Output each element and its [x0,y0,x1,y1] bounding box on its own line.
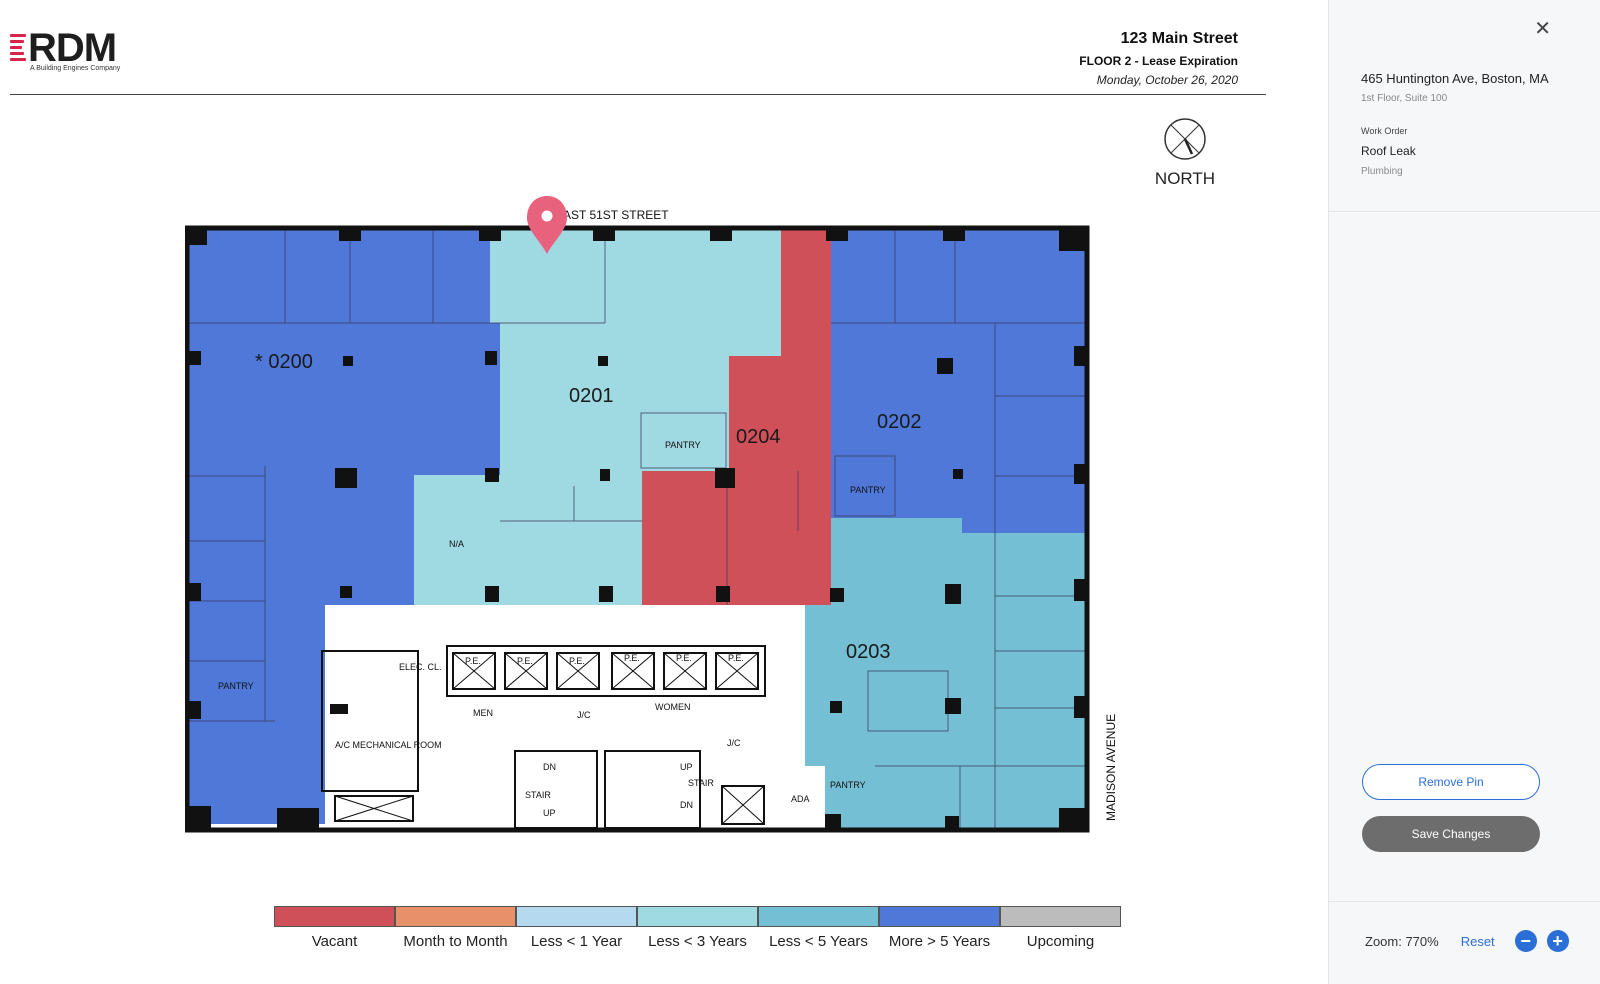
floor-title: FLOOR 2 - Lease Expiration [1079,54,1238,68]
logo-wordmark: RDM [28,26,117,70]
building-address: 123 Main Street [1120,30,1238,47]
pe-label: P.E. [728,653,744,663]
legend-item: More > 5 Years [879,906,1000,950]
pe-label: P.E. [465,656,481,666]
up-label: UP [543,808,556,818]
floor-plan: * 0200 0201 0204 0202 0203 N/A PANTRY PA… [185,196,1118,833]
pin-unit: 1st Floor, Suite 100 [1361,93,1448,104]
legend-item: Less < 3 Years [637,906,758,950]
street-label-north: EAST 51ST STREET [555,208,669,222]
compass-icon [1164,118,1206,160]
room-label-0200: * 0200 [255,351,313,373]
pe-label: P.E. [569,656,585,666]
legend-swatch [758,906,879,927]
legend-item: Upcoming [1000,906,1121,950]
north-compass: NORTH [1145,116,1225,188]
pe-label: P.E. [676,653,692,663]
close-icon[interactable]: ✕ [1534,16,1551,41]
legend-label: Less < 3 Years [648,933,747,950]
legend-swatch [1000,906,1121,927]
legend-item: Less < 5 Years [758,906,879,950]
stair-label: STAIR [688,778,714,788]
pe-label: P.E. [517,656,533,666]
legend-item: Less < 1 Year [516,906,637,950]
room-label-na: N/A [449,539,464,549]
legend-swatch [395,906,516,927]
room-label-0201: 0201 [569,385,614,407]
work-order-title: Roof Leak [1361,144,1416,158]
rdm-logo: RDM A Building Engines Company [10,28,130,76]
legend-swatch [274,906,395,927]
legend-item: Vacant [274,906,395,950]
dn-label: DN [680,800,693,810]
legend-label: Less < 5 Years [769,933,868,950]
work-order-label: Work Order [1361,126,1408,136]
legend-swatch [516,906,637,927]
legend-label: Upcoming [1026,933,1095,950]
floor-plan-document: RDM A Building Engines Company 123 Main … [0,0,1328,984]
legend-item: Month to Month [395,906,516,950]
men-restroom-label: MEN [473,708,493,718]
work-order-category: Plumbing [1361,166,1403,177]
zoom-reset-button[interactable]: Reset [1461,934,1495,949]
stair-label: STAIR [525,790,551,800]
legend-label: More > 5 Years [888,933,991,950]
street-label-east: MADISON AVENUE [1104,714,1118,821]
ac-room-label: A/C MECHANICAL ROOM [335,740,442,750]
room-label-0202: 0202 [877,411,922,433]
janitor-closet-label: J/C [577,710,591,720]
legend-swatch [637,906,758,927]
compass-label: NORTH [1154,169,1216,188]
pantry-label: PANTRY [665,440,701,450]
document-header: 123 Main Street FLOOR 2 - Lease Expirati… [1079,30,1238,87]
panel-divider [1329,211,1600,212]
legend-label: Less < 1 Year [530,933,623,950]
pantry-label: PANTRY [830,780,866,790]
legend-swatch [879,906,1000,927]
up-label: UP [680,762,693,772]
pin-details-panel: ✕ 465 Huntington Ave, Boston, MA 1st Flo… [1328,0,1600,984]
pe-label: P.E. [624,653,640,663]
zoom-in-button[interactable]: + [1546,930,1569,952]
elec-closet-label: ELEC. CL. [399,662,442,672]
dn-label: DN [543,762,556,772]
zoom-out-button[interactable]: − [1514,930,1537,952]
logo-tagline: A Building Engines Company [30,65,121,72]
pantry-label: PANTRY [850,485,886,495]
pin-address: 465 Huntington Ave, Boston, MA [1361,71,1549,86]
header-rule [10,94,1266,95]
legend-label: Month to Month [403,933,508,950]
panel-divider [1329,901,1600,902]
ada-label: ADA [791,794,810,804]
janitor-closet-label: J/C [727,738,741,748]
remove-pin-button[interactable]: Remove Pin [1362,764,1540,800]
women-restroom-label: WOMEN [655,702,691,712]
lease-legend: Vacant Month to Month Less < 1 Year Less… [274,906,1121,950]
save-changes-button[interactable]: Save Changes [1362,816,1540,852]
room-label-0204: 0204 [736,426,781,448]
report-date: Monday, October 26, 2020 [1096,73,1238,87]
pantry-label: PANTRY [218,681,254,691]
legend-label: Vacant [311,933,358,950]
zoom-controls: Zoom: 770% Reset − + [1365,930,1569,952]
room-label-0203: 0203 [846,641,891,663]
pin-info: 465 Huntington Ave, Boston, MA 1st Floor… [1361,72,1571,177]
zoom-level: Zoom: 770% [1365,933,1439,949]
